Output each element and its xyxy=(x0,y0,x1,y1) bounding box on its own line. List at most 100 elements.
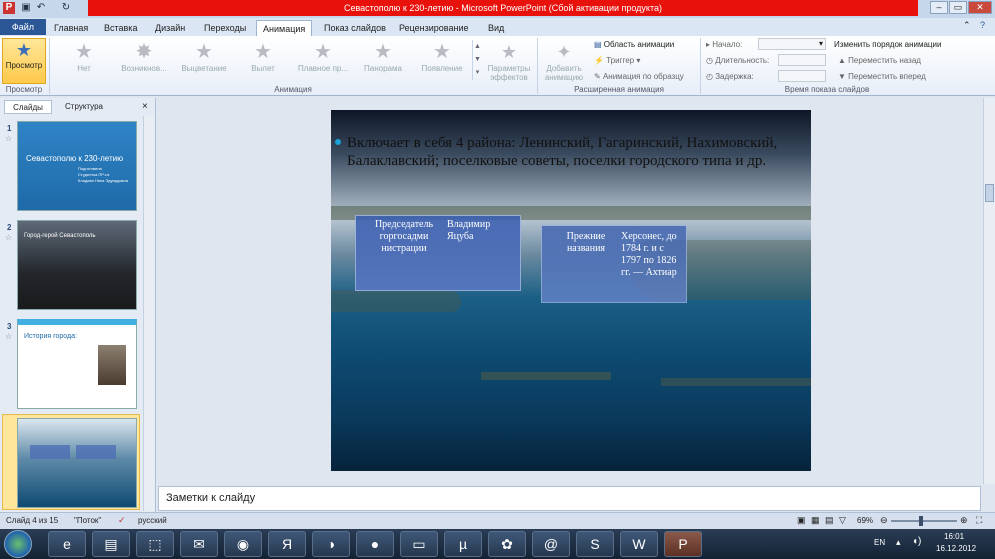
effects-gallery-scroll[interactable]: ▲ ▼ ▾ xyxy=(472,40,482,80)
help-icon[interactable]: ? xyxy=(980,20,985,30)
tab-file[interactable]: Файл xyxy=(0,19,46,35)
start-button[interactable] xyxy=(4,530,32,558)
effect-none-icon: ★ xyxy=(75,41,93,63)
maximize-button[interactable]: ▭ xyxy=(949,1,967,14)
spellcheck-icon[interactable]: ✓ xyxy=(118,515,126,526)
editor-scrollbar[interactable] xyxy=(983,98,995,484)
tray-arrow-icon[interactable]: ▴ xyxy=(896,537,901,548)
start-select[interactable]: ▾ xyxy=(758,38,826,50)
zoom-in-icon[interactable]: ⊕ xyxy=(960,515,968,526)
clock-date: 16.12.2012 xyxy=(936,544,977,553)
chairman-label: Председатель горгосадми нистрации xyxy=(374,219,434,254)
tab-review[interactable]: Рецензирование xyxy=(399,20,469,36)
sorter-view-icon[interactable]: ▦ xyxy=(811,515,820,526)
effect-appearance[interactable]: ★ Появление xyxy=(413,40,471,80)
tab-transitions[interactable]: Переходы xyxy=(204,20,246,36)
volume-icon[interactable]: ◖) xyxy=(912,536,921,547)
slide-number: 2 xyxy=(7,223,12,232)
utorrent-icon[interactable]: µ xyxy=(444,531,482,557)
yandex-icon[interactable]: Я xyxy=(268,531,306,557)
move-later-button[interactable]: ▼ Переместить вперед xyxy=(838,72,926,81)
move-earlier-button[interactable]: ▲ Переместить назад xyxy=(838,56,921,65)
trigger-icon: ⚡ xyxy=(594,56,604,65)
effect-fly[interactable]: ★ Вылет xyxy=(234,40,292,80)
former-names-label: Прежние названия xyxy=(566,231,606,254)
former-names-value: Херсонес, до 1784 г. и с 1797 по 1826 гг… xyxy=(621,231,677,278)
slideshow-view-icon[interactable]: ▽ xyxy=(839,515,846,526)
duration-stepper[interactable] xyxy=(778,54,826,66)
keyboard-language[interactable]: EN xyxy=(874,538,885,547)
firefox-icon[interactable]: ◉ xyxy=(224,531,262,557)
media-icon[interactable]: ◑ xyxy=(312,531,350,557)
clock-time: 16:01 xyxy=(944,532,965,541)
chairman-name: Владимир Яцуба xyxy=(447,219,491,242)
animation-pane-button[interactable]: ▤ Область анимации xyxy=(594,40,674,49)
tab-design[interactable]: Дизайн xyxy=(155,20,185,36)
animation-painter-button[interactable]: ✎ Анимация по образцу xyxy=(594,72,684,81)
word-icon[interactable]: W xyxy=(620,531,658,557)
zoom-slider[interactable] xyxy=(891,520,957,522)
icq-icon[interactable]: ✿ xyxy=(488,531,526,557)
daemon-icon[interactable]: ● xyxy=(356,531,394,557)
hp-icon[interactable]: ⬚ xyxy=(136,531,174,557)
slide-bullet-text[interactable]: Включает в себя 4 района: Ленинский, Гаг… xyxy=(335,134,807,170)
zoom-level[interactable]: 69% xyxy=(857,516,873,525)
slide-thumbnail-2[interactable]: Город-герой Севастополь xyxy=(17,220,137,310)
tab-home[interactable]: Главная xyxy=(54,20,88,36)
powerpoint-taskbar-icon[interactable]: P xyxy=(664,531,702,557)
duration-label: ◷ Длительность: xyxy=(706,56,770,65)
mail-icon[interactable]: ✉ xyxy=(180,531,218,557)
undo-icon[interactable]: ↶ xyxy=(35,2,47,14)
tab-slideshow[interactable]: Показ слайдов xyxy=(324,20,386,36)
tab-outline[interactable]: Структура xyxy=(56,100,112,114)
tab-view[interactable]: Вид xyxy=(488,20,504,36)
mailru-agent-icon[interactable]: @ xyxy=(532,531,570,557)
effect-fade[interactable]: ★ Выцветание xyxy=(175,40,233,80)
thumbnail-box xyxy=(30,445,70,459)
tab-animation[interactable]: Анимация xyxy=(256,20,313,36)
normal-view-icon[interactable]: ▣ xyxy=(797,515,806,526)
slide-thumbnail-4[interactable] xyxy=(17,418,137,508)
tab-insert[interactable]: Вставка xyxy=(104,20,137,36)
add-animation-button[interactable]: ✦ Добавить анимацию xyxy=(539,40,589,82)
close-panel-icon[interactable]: × xyxy=(142,100,148,114)
chevron-down-icon: ▾ xyxy=(818,39,823,48)
preview-button[interactable]: ★ Просмотр xyxy=(2,38,46,84)
theme-name: "Поток" xyxy=(74,516,102,525)
effect-float[interactable]: ★ Плавное пр... xyxy=(294,40,352,80)
effect-pan[interactable]: ★ Панорама xyxy=(354,40,412,80)
animation-star-icon: ☆ xyxy=(5,233,13,242)
fit-to-window-icon[interactable]: ⛶ xyxy=(976,515,982,526)
effect-appear-icon: ✸ xyxy=(135,41,153,63)
minimize-ribbon-icon[interactable]: ⌃ xyxy=(963,20,971,31)
reading-view-icon[interactable]: ▤ xyxy=(825,515,834,526)
app-icon[interactable]: ▭ xyxy=(400,531,438,557)
effect-pan-icon: ★ xyxy=(374,41,392,63)
effect-options-button[interactable]: ★ Параметры эффектов xyxy=(484,40,534,82)
trigger-button[interactable]: ⚡ Триггер ▾ xyxy=(594,56,640,65)
scroll-thumb[interactable] xyxy=(985,184,994,202)
slide-thumbnail-3[interactable]: История города: xyxy=(17,319,137,409)
redo-icon[interactable]: ↻ xyxy=(60,2,72,14)
slide-number: 3 xyxy=(7,322,12,331)
slide-canvas[interactable]: Включает в себя 4 района: Ленинский, Гаг… xyxy=(331,110,811,471)
save-icon[interactable]: ▣ xyxy=(20,2,32,14)
zoom-slider-thumb[interactable] xyxy=(919,516,923,526)
slide-thumbnail-1[interactable]: Севастополю к 230-летию Подготовила Студ… xyxy=(17,121,137,211)
notes-field[interactable]: Заметки к слайду xyxy=(158,486,981,511)
tab-slides[interactable]: Слайды xyxy=(4,100,52,114)
close-window-button[interactable]: ✕ xyxy=(968,1,992,14)
language-indicator[interactable]: русский xyxy=(138,516,167,525)
ie-icon[interactable]: e xyxy=(48,531,86,557)
explorer-icon[interactable]: ▤ xyxy=(92,531,130,557)
skype-icon[interactable]: S xyxy=(576,531,614,557)
effect-none[interactable]: ★ Нет xyxy=(55,40,113,80)
effect-fly-icon: ★ xyxy=(254,41,272,63)
effect-options-icon: ★ xyxy=(500,42,518,62)
slides-scrollbar[interactable] xyxy=(143,116,154,511)
zoom-out-icon[interactable]: ⊖ xyxy=(880,515,888,526)
delay-stepper[interactable] xyxy=(778,70,826,82)
minimize-button[interactable]: – xyxy=(930,1,948,14)
slide-number: 1 xyxy=(7,124,12,133)
effect-appear[interactable]: ✸ Возникнов... xyxy=(115,40,173,80)
